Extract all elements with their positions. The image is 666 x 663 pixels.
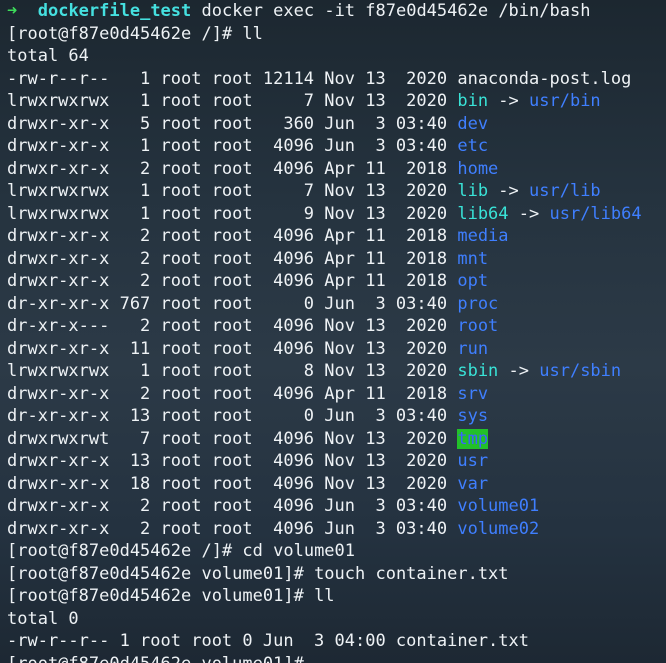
prompt: [root@f87e0d45462e /]# [7,541,233,561]
output-text: total 64 [7,46,89,66]
output-line: total 64 [7,45,666,68]
file-meta: -rw-r--r-- 1 root root 12114 Nov 13 2020 [7,68,458,89]
file-meta: drwxrwxrwt 7 root root 4096 Nov 13 2020 [7,428,458,449]
output-line: -rw-r--r-- 1 root root 0 Jun 3 04:00 con… [7,630,666,653]
file-name: run [457,338,489,359]
link-target: usr/lib64 [549,203,642,224]
file-name: lib64 [457,203,509,224]
listing-row: dr-xr-xr-x 767 root root 0 Jun 3 03:40 p… [7,293,666,316]
file-meta: lrwxrwxrwx 1 root root 7 Nov 13 2020 [7,181,458,201]
listing-row: -rw-r--r-- 1 root root 12114 Nov 13 2020… [7,68,666,91]
file-name: home [457,158,499,179]
output-text: total 0 [7,608,79,629]
listing-row: drwxr-xr-x 2 root root 4096 Apr 11 2018 … [7,225,666,248]
listing-row: dr-xr-x--- 2 root root 4096 Nov 13 2020 … [7,315,666,338]
prompt: [root@f87e0d45462e volume01]# [7,586,304,606]
file-name: opt [457,271,489,291]
file-meta: drwxr-xr-x 13 root root 4096 Nov 13 2020 [7,451,458,471]
file-meta: lrwxrwxrwx 1 root root 7 Nov 13 2020 [7,91,458,111]
listing-row: lrwxrwxrwx 1 root root 7 Nov 13 2020 lib… [7,180,666,203]
file-meta: drwxr-xr-x 2 root root 4096 Apr 11 2018 [7,383,458,404]
listing-row: dr-xr-xr-x 13 root root 0 Jun 3 03:40 sy… [7,405,666,428]
file-meta: drwxr-xr-x 2 root root 4096 Apr 11 2018 [7,271,458,291]
prompt-line: [root@f87e0d45462e volume01]# ll [7,585,666,608]
listing-row: drwxr-xr-x 1 root root 4096 Jun 3 03:40 … [7,135,666,158]
file-meta: dr-xr-xr-x 13 root root 0 Jun 3 03:40 [7,406,458,426]
listing-row: drwxrwxrwt 7 root root 4096 Nov 13 2020 … [7,428,666,451]
prompt: [root@f87e0d45462e volume01]# [7,563,304,584]
file-meta: lrwxrwxrwx 1 root root 9 Nov 13 2020 [7,203,458,224]
file-name: anaconda-post.log [457,68,632,89]
file-name: lib [457,181,489,201]
link-arrow: -> [508,203,550,224]
file-name: volume01 [457,496,540,516]
file-meta: drwxr-xr-x 1 root root 4096 Jun 3 03:40 [7,136,458,156]
command: touch container.txt [314,563,509,584]
prompt-line: [root@f87e0d45462e /]# cd volume01 [7,540,666,563]
file-name: srv [457,383,489,404]
file-meta: drwxr-xr-x 2 root root 4096 Jun 3 03:40 [7,518,458,539]
listing-row: drwxr-xr-x 2 root root 4096 Apr 11 2018 … [7,248,666,271]
host-cwd: dockerfile_test [37,1,192,21]
file-name: usr [457,451,489,471]
listing-row: drwxr-xr-x 11 root root 4096 Nov 13 2020… [7,338,666,361]
file-meta: drwxr-xr-x 2 root root 4096 Apr 11 2018 [7,226,458,246]
file-name: volume02 [457,518,540,539]
terminal-window[interactable]: ➜ dockerfile_test docker exec -it f87e0d… [0,0,666,663]
link-arrow: -> [488,91,530,111]
prompt-line: [root@f87e0d45462e volume01]# [7,653,666,663]
listing-row: drwxr-xr-x 2 root root 4096 Apr 11 2018 … [7,158,666,181]
file-name: tmp [457,428,489,449]
prompt-line: [root@f87e0d45462e volume01]# touch cont… [7,563,666,586]
listing-row: lrwxrwxrwx 1 root root 9 Nov 13 2020 lib… [7,203,666,226]
file-meta: dr-xr-x--- 2 root root 4096 Nov 13 2020 [7,316,458,336]
link-target: usr/lib [529,181,601,201]
file-meta: drwxr-xr-x 2 root root 4096 Jun 3 03:40 [7,496,458,516]
link-target: usr/bin [529,91,601,111]
file-meta: drwxr-xr-x 2 root root 4096 Apr 11 2018 [7,248,458,269]
listing-row: drwxr-xr-x 2 root root 4096 Apr 11 2018 … [7,270,666,293]
file-meta: drwxr-xr-x 18 root root 4096 Nov 13 2020 [7,473,458,494]
listing-row: drwxr-xr-x 2 root root 4096 Apr 11 2018 … [7,383,666,406]
directory-listing: -rw-r--r-- 1 root root 12114 Nov 13 2020… [7,68,666,541]
listing-row: lrwxrwxrwx 1 root root 8 Nov 13 2020 sbi… [7,360,666,383]
file-name: root [457,316,499,336]
command: ll [314,586,335,606]
session-lines: [root@f87e0d45462e /]# ll total 64 [7,23,666,68]
output-line: total 0 [7,608,666,631]
file-name: sbin [457,361,499,381]
command: ll [242,23,263,44]
listing-row: drwxr-xr-x 13 root root 4096 Nov 13 2020… [7,450,666,473]
listing-row: drwxr-xr-x 5 root root 360 Jun 3 03:40 d… [7,113,666,136]
link-target: usr/sbin [539,361,622,381]
file-name: etc [457,136,489,156]
output-text: -rw-r--r-- 1 root root 0 Jun 3 04:00 con… [7,631,529,651]
file-meta: dr-xr-xr-x 767 root root 0 Jun 3 03:40 [7,293,458,314]
host-command: docker exec -it f87e0d45462e /bin/bash [201,1,591,21]
file-name: mnt [457,248,489,269]
host-prompt-line: ➜ dockerfile_test docker exec -it f87e0d… [7,0,666,23]
link-arrow: -> [498,361,540,381]
file-name: var [457,473,489,494]
file-name: dev [457,113,489,134]
file-meta: lrwxrwxrwx 1 root root 8 Nov 13 2020 [7,361,458,381]
prompt: [root@f87e0d45462e volume01]# [7,654,304,663]
file-meta: drwxr-xr-x 11 root root 4096 Nov 13 2020 [7,338,458,359]
listing-row: drwxr-xr-x 18 root root 4096 Nov 13 2020… [7,473,666,496]
listing-row: drwxr-xr-x 2 root root 4096 Jun 3 03:40 … [7,518,666,541]
listing-row: drwxr-xr-x 2 root root 4096 Jun 3 03:40 … [7,495,666,518]
file-meta: drwxr-xr-x 5 root root 360 Jun 3 03:40 [7,113,458,134]
link-arrow: -> [488,181,530,201]
prompt-line: [root@f87e0d45462e /]# ll [7,23,666,46]
file-name: media [457,226,509,246]
command: cd volume01 [242,541,356,561]
file-meta: drwxr-xr-x 2 root root 4096 Apr 11 2018 [7,158,458,179]
after-lines: [root@f87e0d45462e /]# cd volume01 [root@… [7,540,666,663]
file-name: sys [457,406,489,426]
prompt-arrow-icon: ➜ [7,1,18,21]
file-name: proc [457,293,499,314]
file-name: bin [457,91,489,111]
listing-row: lrwxrwxrwx 1 root root 7 Nov 13 2020 bin… [7,90,666,113]
prompt: [root@f87e0d45462e /]# [7,23,233,44]
